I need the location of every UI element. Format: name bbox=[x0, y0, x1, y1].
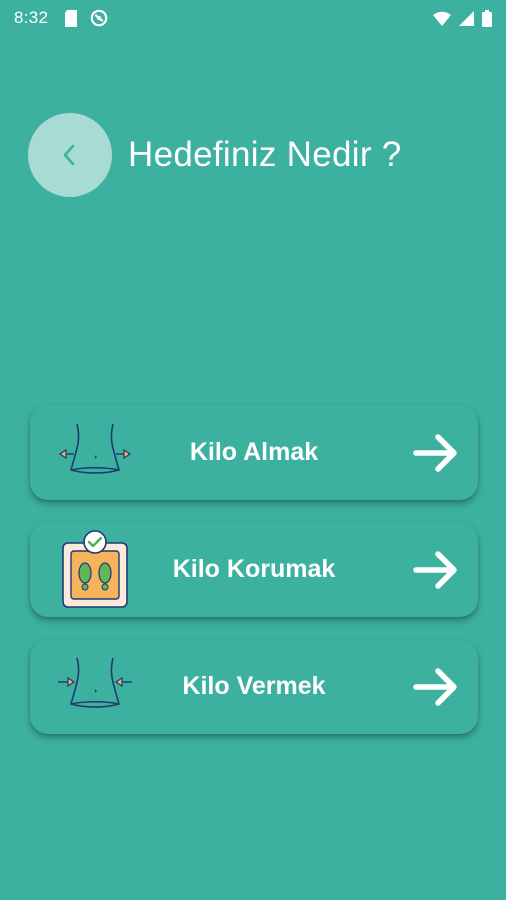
arrow-right-icon bbox=[413, 433, 457, 472]
status-right-icons bbox=[433, 9, 492, 27]
vpn-icon bbox=[90, 9, 108, 27]
page-title: Hedefiniz Nedir ? bbox=[128, 135, 402, 174]
option-lose-weight[interactable]: Kilo Vermek bbox=[30, 639, 478, 734]
back-button[interactable] bbox=[28, 113, 112, 197]
battery-icon bbox=[482, 9, 492, 27]
chevron-left-icon bbox=[63, 144, 75, 166]
signal-icon bbox=[459, 10, 474, 26]
option-label: Kilo Korumak bbox=[172, 555, 336, 583]
status-time: 8:32 bbox=[14, 8, 49, 27]
option-label: Kilo Vermek bbox=[182, 672, 326, 700]
sd-card-icon bbox=[64, 9, 78, 27]
goal-options: Kilo Almak Kilo Korumak Kilo Vermek bbox=[30, 405, 478, 734]
arrow-right-icon bbox=[413, 550, 457, 589]
option-label: Kilo Almak bbox=[189, 438, 319, 466]
header: Hedefiniz Nedir ? bbox=[28, 113, 486, 197]
option-gain-weight[interactable]: Kilo Almak bbox=[30, 405, 478, 500]
arrow-right-icon bbox=[413, 667, 457, 706]
wifi-icon bbox=[433, 11, 451, 26]
status-bar: 8:32 bbox=[0, 0, 506, 36]
option-maintain-weight[interactable]: Kilo Korumak bbox=[30, 522, 478, 617]
status-left-icons bbox=[64, 9, 108, 27]
